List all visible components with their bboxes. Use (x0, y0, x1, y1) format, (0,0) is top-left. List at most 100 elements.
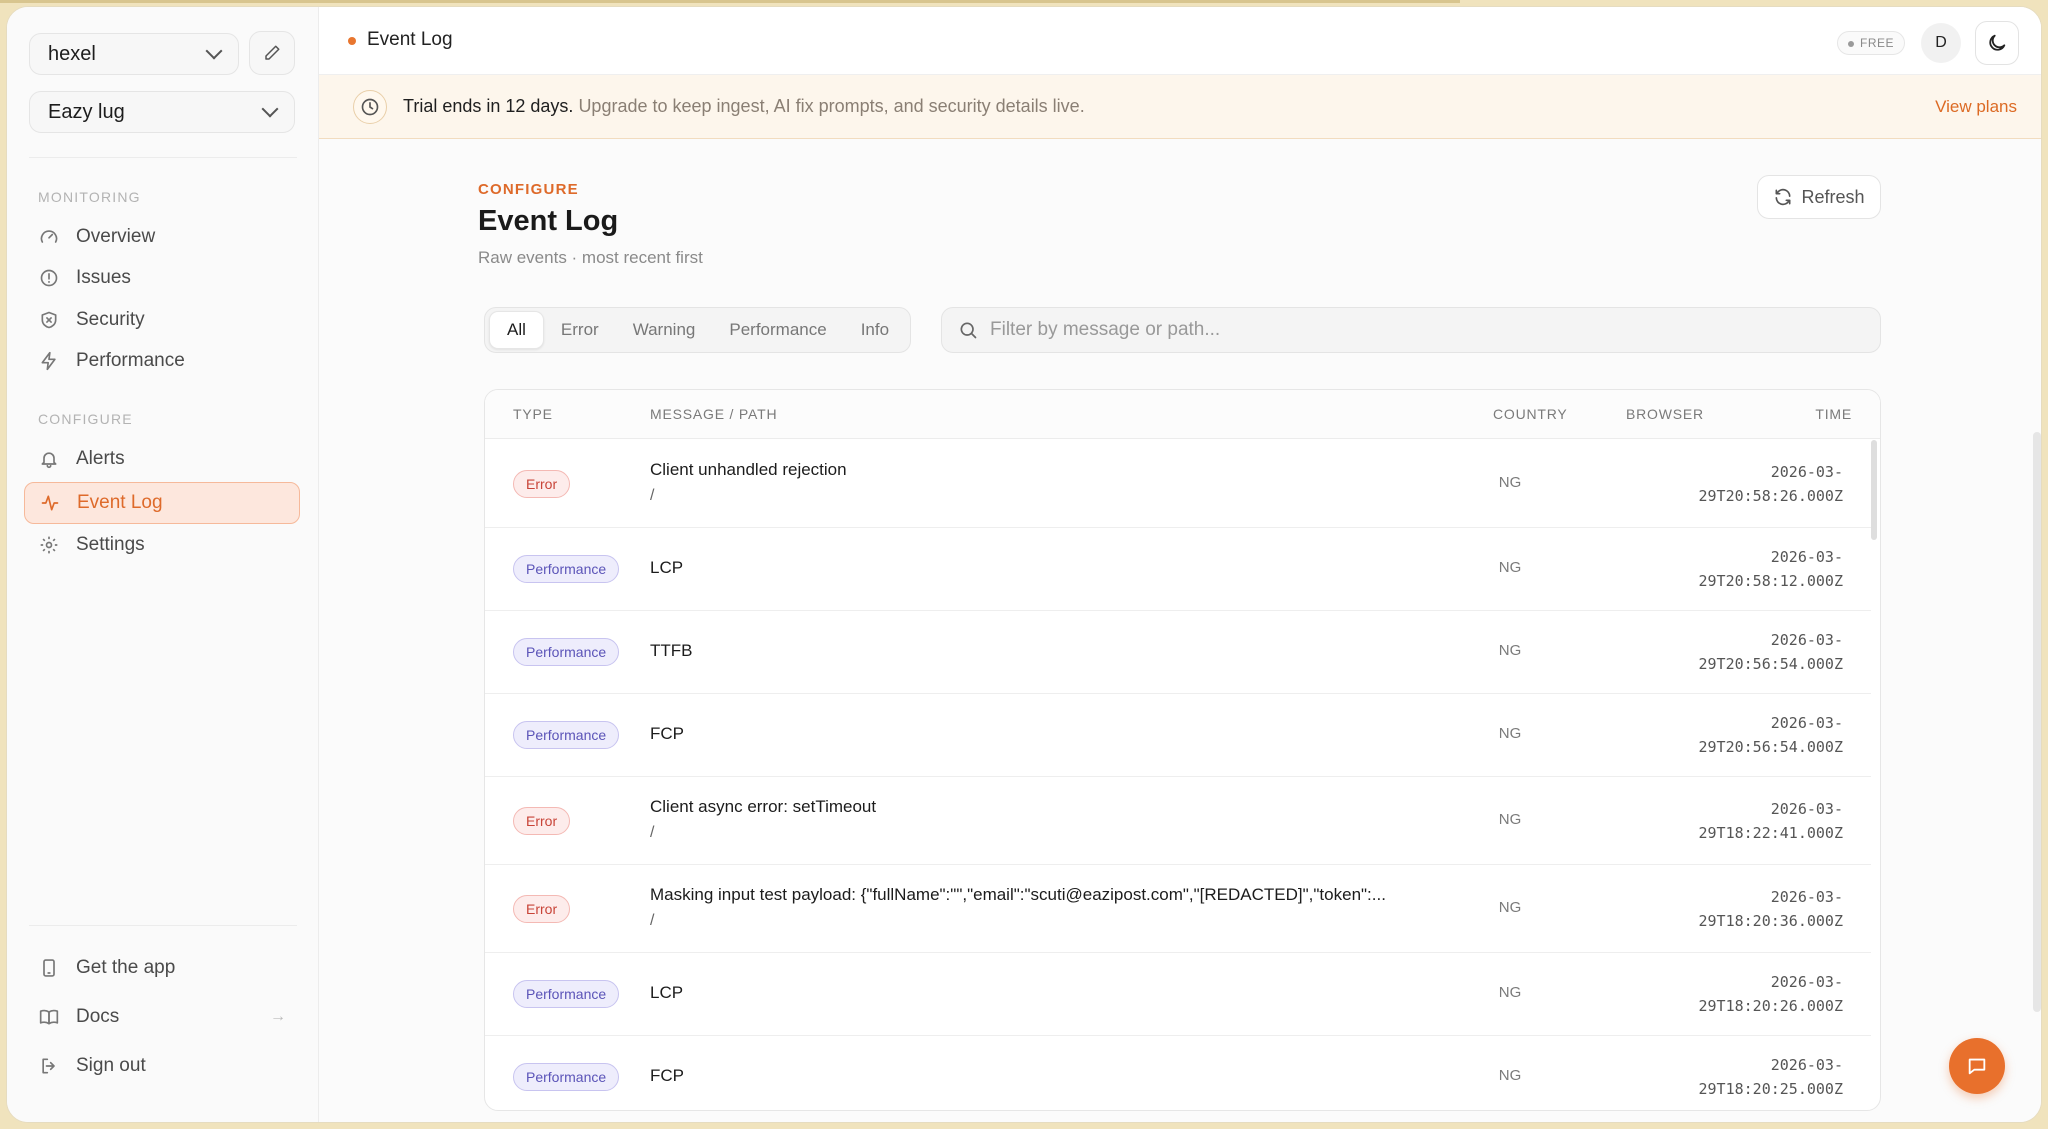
main-content: Event Log FREE D Trial ends in 12 days. … (319, 7, 2041, 1122)
project-select[interactable]: Eazy lug (29, 91, 295, 133)
table-header: TYPE MESSAGE / PATH COUNTRY BROWSER TIME (485, 390, 1880, 439)
type-badge-error: Error (513, 895, 571, 923)
section-label-configure: CONFIGURE (38, 411, 133, 427)
app-window: hexel Eazy lug MONITORING Overview Issue… (6, 6, 2042, 1123)
refresh-label: Refresh (1801, 186, 1865, 207)
table-row[interactable]: Performance LCP NG 2026-03- 29T18:20:26.0… (485, 953, 1871, 1036)
sidebar-item-sign-out[interactable]: Sign out (24, 1046, 300, 1086)
table-row[interactable]: Performance FCP NG 2026-03- 29T20:56:54.0… (485, 694, 1871, 777)
chevron-down-icon (205, 42, 223, 60)
sidebar-item-performance[interactable]: Performance (24, 341, 300, 381)
event-country: NG (1498, 474, 1522, 491)
status-dot (348, 37, 356, 45)
type-badge-error: Error (513, 470, 571, 498)
sidebar-item-label: Docs (76, 1006, 120, 1027)
clock-icon (353, 90, 387, 124)
chat-button[interactable] (1949, 1038, 2005, 1094)
table-row[interactable]: Performance FCP NG 2026-03- 29T18:20:25.0… (485, 1036, 1871, 1110)
event-country: NG (1498, 725, 1522, 742)
sidebar-item-label: Performance (76, 350, 185, 371)
trial-message: Trial ends in 12 days. Upgrade to keep i… (403, 96, 1085, 117)
event-message: Client async error: setTimeout (650, 797, 877, 816)
sign-out-icon (38, 1055, 60, 1077)
event-path: / (650, 824, 655, 841)
search-input[interactable] (990, 319, 1850, 341)
sidebar-item-get-app[interactable]: Get the app (24, 948, 300, 988)
refresh-button[interactable]: Refresh (1757, 175, 1881, 219)
sidebar-item-label: Get the app (76, 957, 176, 978)
event-path: / (650, 912, 655, 929)
sidebar-item-overview[interactable]: Overview (24, 217, 300, 257)
event-time-rest: 29T20:58:12.000Z (1698, 572, 1844, 590)
alert-circle-icon (38, 267, 60, 289)
refresh-icon (1773, 187, 1793, 207)
event-time-rest: 29T20:56:54.000Z (1698, 738, 1844, 756)
topbar: Event Log FREE D (319, 7, 2041, 75)
sidebar-item-settings[interactable]: Settings (24, 525, 300, 565)
view-plans-link[interactable]: View plans (1935, 97, 2017, 117)
sidebar-item-label: Settings (76, 534, 145, 555)
sidebar-item-event-log[interactable]: Event Log (24, 482, 300, 524)
event-message: FCP (650, 1066, 684, 1085)
type-badge-performance: Performance (513, 638, 620, 666)
sidebar-item-label: Issues (76, 267, 131, 288)
table-row[interactable]: Error Client async error: setTimeout / N… (485, 777, 1871, 865)
table-row[interactable]: Error Masking input test payload: {"full… (485, 865, 1871, 953)
sidebar-item-docs[interactable]: Docs → (24, 997, 300, 1037)
event-message: TTFB (650, 641, 693, 660)
book-icon (38, 1006, 60, 1028)
type-badge-performance: Performance (513, 721, 620, 749)
type-badge-performance: Performance (513, 980, 620, 1008)
event-time-rest: 29T18:20:25.000Z (1698, 1080, 1844, 1098)
event-time: 2026-03- 29T20:56:54.000Z (1699, 628, 1844, 676)
event-time-rest: 29T18:22:41.000Z (1698, 824, 1844, 842)
column-header-time: TIME (1815, 406, 1852, 422)
event-message: Client unhandled rejection (650, 460, 847, 479)
section-label-monitoring: MONITORING (38, 189, 141, 205)
event-time-date: 2026-03- (1770, 463, 1843, 481)
tab-info[interactable]: Info (844, 311, 906, 349)
column-header-browser: BROWSER (1626, 406, 1704, 422)
column-header-type: TYPE (513, 406, 553, 422)
phone-icon (38, 957, 60, 979)
event-time-date: 2026-03- (1770, 1056, 1843, 1074)
sidebar-item-issues[interactable]: Issues (24, 258, 300, 298)
page-subtitle: Raw events · most recent first (478, 248, 703, 267)
table-row[interactable]: Performance LCP NG 2026-03- 29T20:58:12.0… (485, 528, 1871, 611)
sidebar: hexel Eazy lug MONITORING Overview Issue… (7, 7, 319, 1122)
event-country: NG (1498, 1067, 1522, 1084)
chevron-down-icon (261, 100, 279, 118)
tab-warning[interactable]: Warning (616, 311, 713, 349)
theme-toggle-button[interactable] (1975, 21, 2019, 65)
pencil-icon (265, 45, 280, 60)
event-time-date: 2026-03- (1770, 548, 1843, 566)
gear-icon (38, 534, 60, 556)
event-time-date: 2026-03- (1770, 631, 1843, 649)
edit-org-button[interactable] (249, 31, 295, 75)
tab-error[interactable]: Error (544, 311, 616, 349)
activity-icon (39, 492, 61, 514)
sidebar-item-security[interactable]: Security (24, 300, 300, 340)
sidebar-item-label: Overview (76, 226, 156, 247)
page-scrollbar[interactable] (2033, 432, 2041, 1012)
avatar[interactable]: D (1921, 23, 1961, 63)
table-row[interactable]: Performance TTFB NG 2026-03- 29T20:56:54.… (485, 611, 1871, 694)
table-row[interactable]: Error Client unhandled rejection / NG 20… (485, 440, 1871, 528)
event-path: / (650, 487, 655, 504)
event-country: NG (1498, 811, 1522, 828)
event-message: FCP (650, 724, 684, 743)
search-box (941, 307, 1881, 353)
page-eyebrow: CONFIGURE (478, 181, 579, 198)
sidebar-item-label: Alerts (76, 448, 125, 469)
org-select[interactable]: hexel (29, 33, 239, 75)
event-time: 2026-03- 29T20:58:12.000Z (1699, 545, 1844, 593)
sidebar-item-alerts[interactable]: Alerts (24, 439, 300, 479)
table-scrollbar[interactable] (1871, 440, 1877, 540)
event-country: NG (1498, 559, 1522, 576)
event-country: NG (1498, 899, 1522, 916)
tab-all[interactable]: All (489, 311, 544, 349)
page-title: Event Log (478, 205, 619, 237)
top-edge-line (0, 0, 1460, 3)
tab-performance[interactable]: Performance (712, 311, 843, 349)
event-message: LCP (650, 558, 684, 577)
